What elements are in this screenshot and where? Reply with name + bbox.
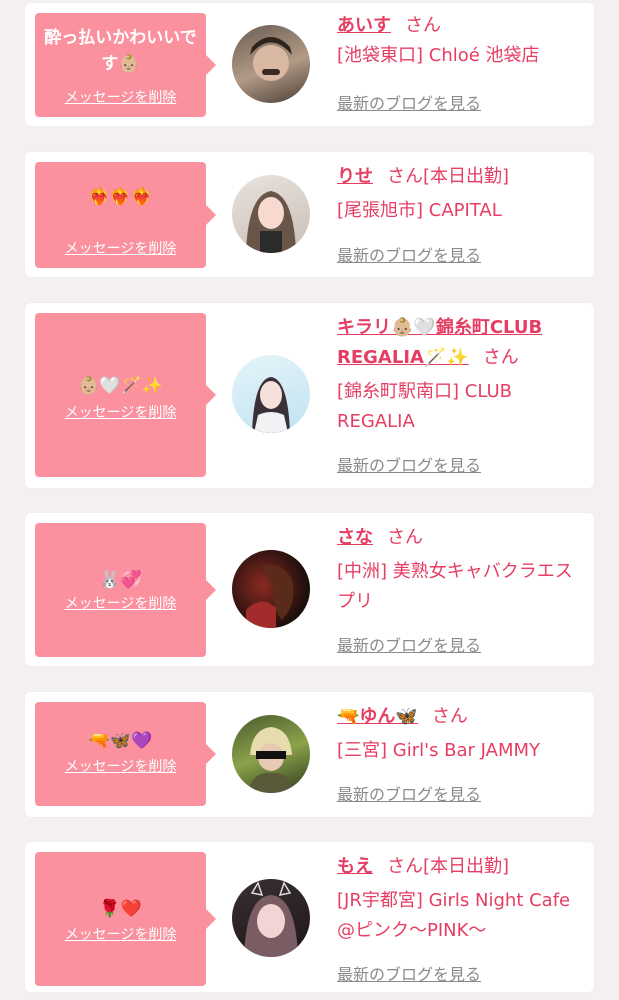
status-badge: [本日出勤]	[423, 856, 510, 877]
list-item: 🐰💞 メッセージを削除 さな さん [中洲] 美熟女キャバクラエスプリ 最新のブロ…	[25, 513, 594, 666]
honorific: さん	[387, 856, 423, 877]
avatar-image	[250, 37, 292, 81]
avatar-image	[252, 377, 290, 433]
cast-name-link[interactable]: 🔫ゆん🦋	[337, 706, 418, 727]
message-bubble: 🔫🦋💜 メッセージを削除	[35, 702, 216, 806]
delete-message-link[interactable]: メッセージを削除	[35, 87, 206, 107]
message-text: 🐰💞	[99, 570, 142, 590]
avatar[interactable]	[232, 175, 310, 253]
avatar-image	[248, 727, 294, 793]
avatar-image	[246, 564, 294, 628]
message-bubble: 酔っ払いかわいいです👶🏼 メッセージを削除	[35, 13, 216, 117]
honorific: さん	[405, 15, 441, 36]
avatar[interactable]	[232, 355, 310, 433]
message-bubble: 🐰💞 メッセージを削除	[35, 523, 216, 657]
message-text: 🔫🦋💜	[88, 731, 153, 751]
message-bubble: 👶🏼🤍🪄✨ メッセージを削除	[35, 313, 216, 477]
delete-message-link[interactable]: メッセージを削除	[35, 924, 206, 944]
delete-message-link[interactable]: メッセージを削除	[35, 756, 206, 776]
message-bubble: ❤️‍🔥❤️‍🔥❤️‍🔥 メッセージを削除	[35, 162, 216, 268]
cast-info: りせ さん[本日出勤] [尾張旭市] CAPITAL	[337, 162, 587, 226]
latest-blog-link[interactable]: 最新のブログを見る	[337, 242, 481, 266]
latest-blog-link[interactable]: 最新のブログを見る	[337, 452, 481, 476]
cast-name-link[interactable]: さな	[337, 527, 373, 548]
list-item: 🔫🦋💜 メッセージを削除 🔫ゆん🦋 さん [三宮] Girl's Bar JAMM…	[25, 692, 594, 817]
cast-info: キラリ👶🏼🤍錦糸町CLUB REGALIA🪄✨ さん [錦糸町駅南口] CLUB …	[337, 313, 587, 437]
latest-blog-link[interactable]: 最新のブログを見る	[337, 90, 481, 114]
latest-blog-link[interactable]: 最新のブログを見る	[337, 781, 481, 805]
avatar[interactable]	[232, 879, 310, 957]
shop-name: [JR宇都宮] Girls Night Cafe @ピンク〜PINK〜	[337, 890, 571, 941]
latest-blog-link[interactable]: 最新のブログを見る	[337, 632, 481, 656]
avatar[interactable]	[232, 550, 310, 628]
message-text: ❤️‍🔥❤️‍🔥❤️‍🔥	[88, 187, 153, 207]
list-item: ❤️‍🔥❤️‍🔥❤️‍🔥 メッセージを削除 りせ さん[本日出勤] [尾張旭市] …	[25, 152, 594, 277]
status-badge: [本日出勤]	[423, 166, 510, 187]
list-item: 🌹❤️ メッセージを削除 もえ さん[本日出勤] [JR宇都宮] Girls Ni…	[25, 842, 594, 992]
shop-name: [池袋東口] Chloé 池袋店	[337, 45, 540, 66]
list-item: 👶🏼🤍🪄✨ メッセージを削除 キラリ👶🏼🤍錦糸町CLUB REGALIA🪄✨ さん…	[25, 303, 594, 488]
message-text: 👶🏼🤍🪄✨	[78, 376, 163, 396]
cast-info: あいす さん [池袋東口] Chloé 池袋店	[337, 11, 587, 71]
shop-name: [尾張旭市] CAPITAL	[337, 200, 502, 221]
shop-name: [中洲] 美熟女キャバクラエスプリ	[337, 561, 573, 612]
avatar[interactable]	[232, 715, 310, 793]
avatar[interactable]	[232, 25, 310, 103]
delete-message-link[interactable]: メッセージを削除	[35, 402, 206, 422]
avatar-image	[244, 881, 298, 957]
delete-message-link[interactable]: メッセージを削除	[35, 593, 206, 613]
latest-blog-link[interactable]: 最新のブログを見る	[337, 961, 481, 985]
cast-name-link[interactable]: もえ	[337, 856, 373, 877]
shop-name: [三宮] Girl's Bar JAMMY	[337, 740, 541, 761]
cast-info: さな さん [中洲] 美熟女キャバクラエスプリ	[337, 523, 587, 617]
message-text: 🌹❤️	[99, 899, 142, 919]
delete-message-link[interactable]: メッセージを削除	[35, 238, 206, 258]
honorific: さん	[431, 706, 468, 727]
cast-name-link[interactable]: りせ	[337, 166, 373, 187]
honorific: さん	[387, 527, 423, 548]
shop-name: [錦糸町駅南口] CLUB REGALIA	[337, 381, 512, 432]
message-bubble: 🌹❤️ メッセージを削除	[35, 852, 216, 986]
cast-info: 🔫ゆん🦋 さん [三宮] Girl's Bar JAMMY	[337, 702, 587, 766]
honorific: さん	[387, 166, 423, 187]
message-text: 酔っ払いかわいいです👶🏼	[44, 28, 197, 74]
avatar-image	[246, 191, 296, 253]
honorific: さん	[482, 347, 519, 368]
cast-info: もえ さん[本日出勤] [JR宇都宮] Girls Night Cafe @ピンク…	[337, 852, 587, 946]
list-item: 酔っ払いかわいいです👶🏼 メッセージを削除 あいす さん [池袋東口] Chloé…	[25, 3, 594, 126]
cast-name-link[interactable]: あいす	[337, 15, 391, 36]
